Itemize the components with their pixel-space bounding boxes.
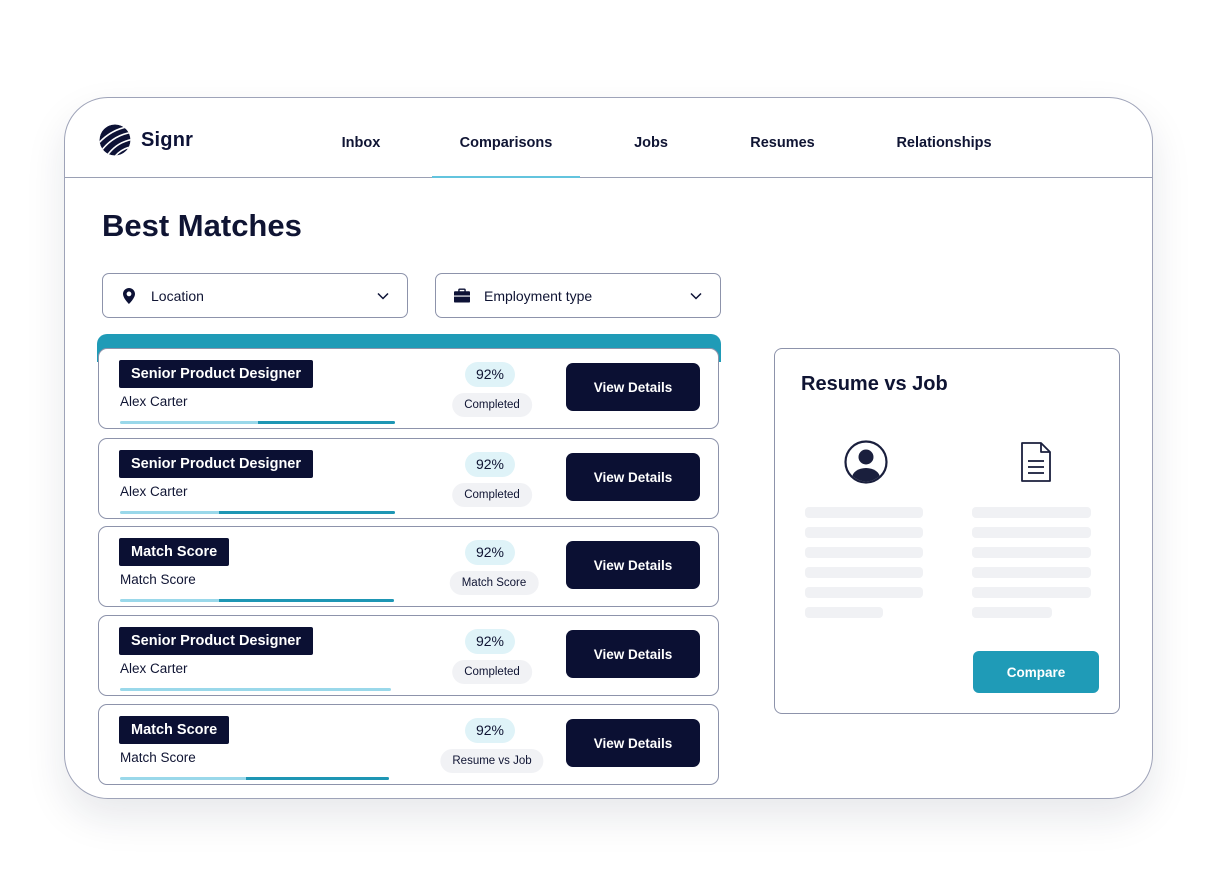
placeholder-line bbox=[972, 547, 1091, 558]
job-title-tag: Senior Product Designer bbox=[119, 627, 314, 655]
user-avatar-icon bbox=[844, 440, 888, 484]
match-card: Senior Product Designer Alex Carter 92% … bbox=[98, 438, 719, 519]
match-progress-bar bbox=[120, 421, 395, 424]
match-card: Match Score Match Score 92% Match Score … bbox=[98, 526, 719, 607]
view-details-button[interactable]: View Details bbox=[566, 719, 700, 767]
match-card: Senior Product Designer Alex Carter 92% … bbox=[98, 615, 719, 696]
nav-relationships[interactable]: Relationships bbox=[885, 98, 1003, 177]
document-icon bbox=[1021, 442, 1051, 482]
placeholder-line bbox=[805, 567, 923, 578]
placeholder-line bbox=[805, 587, 923, 598]
placeholder-line bbox=[972, 607, 1052, 618]
status-badge: Completed bbox=[452, 393, 532, 417]
progress-fill bbox=[218, 599, 394, 602]
match-progress-bar bbox=[120, 777, 389, 780]
top-navigation-bar: Signr Inbox Comparisons Jobs Resumes Rel… bbox=[65, 98, 1152, 178]
progress-fill bbox=[257, 421, 395, 424]
candidate-name: Alex Carter bbox=[120, 394, 188, 409]
status-badge: Completed bbox=[452, 483, 532, 507]
employment-type-filter-label: Employment type bbox=[484, 287, 593, 304]
job-title-tag: Match Score bbox=[119, 716, 230, 744]
job-title-tag: Senior Product Designer bbox=[119, 450, 314, 478]
candidate-name: Match Score bbox=[120, 572, 196, 587]
match-score-pill: 92% bbox=[465, 452, 515, 477]
placeholder-line bbox=[972, 507, 1091, 518]
location-filter-label: Location bbox=[151, 287, 204, 304]
view-details-button[interactable]: View Details bbox=[566, 453, 700, 501]
app-name: Signr bbox=[141, 128, 194, 151]
match-score-pill: 92% bbox=[465, 718, 515, 743]
nav-jobs[interactable]: Jobs bbox=[621, 98, 681, 177]
placeholder-line bbox=[805, 527, 923, 538]
placeholder-line bbox=[972, 527, 1091, 538]
logo[interactable]: Signr bbox=[99, 124, 193, 156]
placeholder-line bbox=[805, 507, 923, 518]
signr-logo-icon bbox=[99, 124, 131, 156]
employment-type-filter-dropdown[interactable]: Employment type bbox=[435, 273, 721, 318]
nav-comparisons[interactable]: Comparisons bbox=[432, 98, 580, 178]
nav-resumes[interactable]: Resumes bbox=[735, 98, 830, 177]
location-filter-dropdown[interactable]: Location bbox=[102, 273, 408, 318]
candidate-name: Match Score bbox=[120, 750, 196, 765]
placeholder-line bbox=[805, 547, 923, 558]
progress-fill bbox=[219, 511, 395, 514]
nav-inbox[interactable]: Inbox bbox=[323, 98, 399, 177]
briefcase-icon bbox=[454, 288, 470, 304]
page-title: Best Matches bbox=[102, 208, 302, 243]
match-progress-bar bbox=[120, 511, 395, 514]
match-progress-bar bbox=[120, 688, 391, 691]
compare-button[interactable]: Compare bbox=[973, 651, 1099, 693]
view-details-button[interactable]: View Details bbox=[566, 363, 700, 411]
match-card: Match Score Match Score 92% Resume vs Jo… bbox=[98, 704, 719, 785]
candidate-name: Alex Carter bbox=[120, 661, 188, 676]
match-progress-bar bbox=[120, 599, 394, 602]
placeholder-line bbox=[805, 607, 883, 618]
chevron-down-icon bbox=[377, 292, 389, 300]
status-badge: Completed bbox=[452, 660, 532, 684]
status-badge: Match Score bbox=[449, 571, 539, 595]
match-card: Senior Product Designer Alex Carter 92% … bbox=[98, 348, 719, 429]
match-score-pill: 92% bbox=[465, 362, 515, 387]
match-score-pill: 92% bbox=[465, 629, 515, 654]
match-score-pill: 92% bbox=[465, 540, 515, 565]
view-details-button[interactable]: View Details bbox=[566, 630, 700, 678]
resume-vs-job-panel: Resume vs Job Compare bbox=[774, 348, 1120, 714]
progress-fill bbox=[246, 777, 389, 780]
app-window: Signr Inbox Comparisons Jobs Resumes Rel… bbox=[64, 97, 1153, 799]
job-title-tag: Match Score bbox=[119, 538, 230, 566]
chevron-down-icon bbox=[690, 292, 702, 300]
panel-title: Resume vs Job bbox=[801, 373, 948, 395]
placeholder-line bbox=[972, 567, 1091, 578]
candidate-name: Alex Carter bbox=[120, 484, 188, 499]
job-title-tag: Senior Product Designer bbox=[119, 360, 314, 388]
placeholder-line bbox=[972, 587, 1091, 598]
view-details-button[interactable]: View Details bbox=[566, 541, 700, 589]
status-badge: Resume vs Job bbox=[440, 749, 544, 773]
location-pin-icon bbox=[121, 287, 137, 304]
